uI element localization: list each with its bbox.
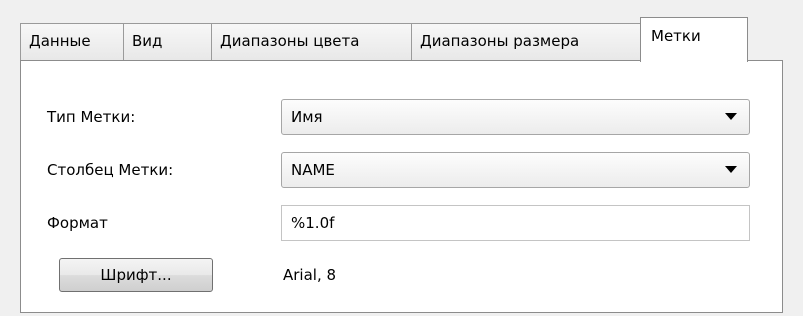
label-type-dropdown[interactable]: Имя [281, 99, 750, 135]
font-button[interactable]: Шрифт... [59, 258, 213, 292]
tab-color-ranges[interactable]: Диапазоны цвета [211, 23, 412, 60]
label-column-dropdown[interactable]: NAME [281, 152, 750, 188]
label-type-label: Тип Метки: [47, 108, 136, 126]
tab-labels[interactable]: Метки [640, 17, 748, 62]
tab-size-ranges[interactable]: Диапазоны размера [411, 23, 641, 60]
label-column-label: Столбец Метки: [47, 161, 174, 179]
labels-tab-panel: Тип Метки: Имя Столбец Метки: NAME Форма… [20, 60, 783, 313]
label-settings-dialog: Данные Вид Диапазоны цвета Диапазоны раз… [0, 0, 803, 316]
label-type-value: Имя [291, 108, 323, 126]
format-input[interactable] [281, 205, 750, 241]
label-column-value: NAME [291, 161, 335, 179]
tab-view[interactable]: Вид [123, 23, 212, 60]
tab-data[interactable]: Данные [20, 23, 124, 60]
dropdown-arrow-icon [725, 166, 737, 173]
font-value: Arial, 8 [283, 266, 337, 284]
dropdown-arrow-icon [725, 113, 737, 120]
format-label: Формат [47, 214, 108, 232]
